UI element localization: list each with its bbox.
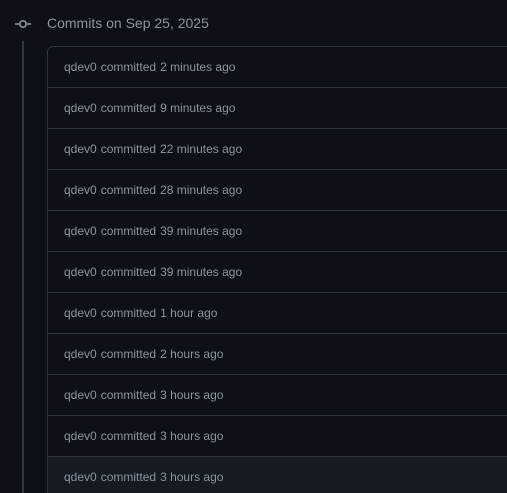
commit-row[interactable]: qdev0 committed 39 minutes ago [48,252,507,293]
commit-author[interactable]: qdev0 [64,347,97,361]
commit-verb: committed [100,183,157,197]
commit-verb: committed [100,306,157,320]
commit-verb: committed [100,470,157,484]
commit-author[interactable]: qdev0 [64,470,97,484]
commit-time[interactable]: 22 minutes ago [160,142,242,156]
commit-row[interactable]: qdev0 committed 28 minutes ago [48,170,507,211]
commit-time[interactable]: 3 hours ago [160,429,223,443]
commit-row[interactable]: qdev0 committed 3 hours ago [48,416,507,457]
commit-time[interactable]: 39 minutes ago [160,224,242,238]
commit-author[interactable]: qdev0 [64,101,97,115]
commit-verb: committed [100,224,157,238]
commit-author[interactable]: qdev0 [64,183,97,197]
commit-verb: committed [100,347,157,361]
commit-time[interactable]: 2 hours ago [160,347,223,361]
commit-verb: committed [100,265,157,279]
commit-group-title: Commits on Sep 25, 2025 [47,15,209,31]
commit-author[interactable]: qdev0 [64,429,97,443]
commit-author[interactable]: qdev0 [64,60,97,74]
commit-row[interactable]: qdev0 committed 2 minutes ago [48,47,507,88]
commit-author[interactable]: qdev0 [64,224,97,238]
commit-verb: committed [100,60,157,74]
commit-time[interactable]: 28 minutes ago [160,183,242,197]
commit-row[interactable]: qdev0 committed 2 hours ago [48,334,507,375]
commit-row[interactable]: qdev0 committed 1 hour ago [48,293,507,334]
commit-time[interactable]: 3 hours ago [160,388,223,402]
commit-author[interactable]: qdev0 [64,265,97,279]
git-commit-icon [15,20,31,29]
commit-row[interactable]: qdev0 committed 9 minutes ago [48,88,507,129]
commit-verb: committed [100,101,157,115]
commit-time[interactable]: 39 minutes ago [160,265,242,279]
timeline-line [22,41,24,493]
commit-verb: committed [100,142,157,156]
commit-verb: committed [100,388,157,402]
commit-time[interactable]: 9 minutes ago [160,101,235,115]
commit-time[interactable]: 2 minutes ago [160,60,235,74]
commit-row[interactable]: qdev0 committed 22 minutes ago [48,129,507,170]
commit-time[interactable]: 3 hours ago [160,470,223,484]
commit-author[interactable]: qdev0 [64,142,97,156]
commit-list: qdev0 committed 2 minutes ago qdev0 comm… [47,46,507,493]
commit-author[interactable]: qdev0 [64,306,97,320]
commits-page: Commits on Sep 25, 2025 qdev0 committed … [0,0,507,493]
commit-time[interactable]: 1 hour ago [160,306,217,320]
commit-author[interactable]: qdev0 [64,388,97,402]
commit-verb: committed [100,429,157,443]
commit-row[interactable]: qdev0 committed 39 minutes ago [48,211,507,252]
commit-row[interactable]: qdev0 committed 3 hours ago [48,457,507,493]
commit-row[interactable]: qdev0 committed 3 hours ago [48,375,507,416]
